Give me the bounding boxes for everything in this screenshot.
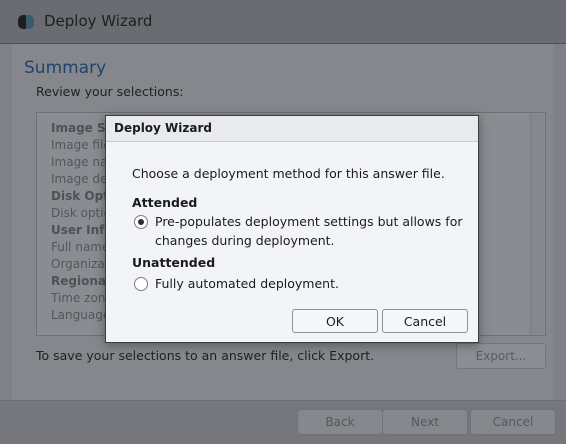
dialog-title: Deploy Wizard xyxy=(114,121,212,135)
export-hint: To save your selections to an answer fil… xyxy=(36,348,375,363)
attended-radio[interactable] xyxy=(134,215,148,229)
attended-description-line2[interactable]: changes during deployment. xyxy=(155,232,335,249)
list-item: Language xyxy=(51,308,111,322)
page-subtitle: Review your selections: xyxy=(36,84,184,99)
back-button[interactable]: Back xyxy=(297,409,383,435)
app-icon xyxy=(18,13,36,31)
deploy-method-dialog: Deploy Wizard Choose a deployment method… xyxy=(105,115,479,343)
dialog-cancel-button[interactable]: Cancel xyxy=(382,309,468,333)
export-button[interactable]: Export... xyxy=(456,343,546,369)
attended-heading: Attended xyxy=(132,195,198,210)
list-item: Time zone xyxy=(51,291,113,305)
window-titlebar: Deploy Wizard xyxy=(0,0,566,44)
wizard-footer: Back Next Cancel xyxy=(0,400,566,444)
window-title: Deploy Wizard xyxy=(44,12,153,30)
ok-button[interactable]: OK xyxy=(292,309,378,333)
radio-selected-dot xyxy=(138,219,144,225)
unattended-description[interactable]: Fully automated deployment. xyxy=(155,275,339,292)
unattended-heading: Unattended xyxy=(132,255,216,270)
cancel-button[interactable]: Cancel xyxy=(470,409,556,435)
list-item: Organizati xyxy=(51,257,113,271)
attended-description-line1[interactable]: Pre-populates deployment settings but al… xyxy=(155,213,462,230)
unattended-radio[interactable] xyxy=(134,277,148,291)
page-title: Summary xyxy=(24,58,107,78)
list-scrollbar[interactable] xyxy=(530,114,544,334)
next-button[interactable]: Next xyxy=(382,409,468,435)
dialog-titlebar: Deploy Wizard xyxy=(106,116,478,142)
dialog-message: Choose a deployment method for this answ… xyxy=(132,166,445,181)
